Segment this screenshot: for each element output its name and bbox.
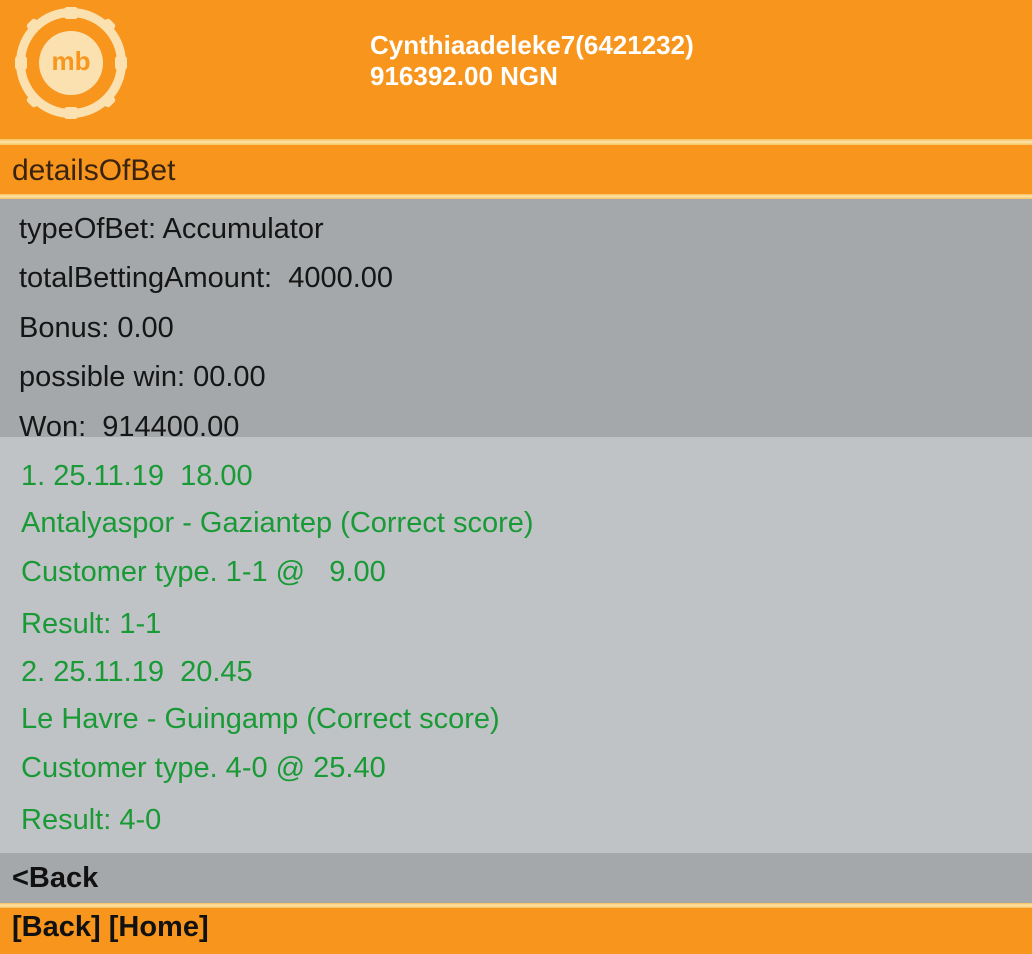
possible-win: possible win: 00.00 [19,361,266,393]
footer-back-link[interactable]: [Back] [12,911,101,943]
account-balance: 916392.00 NGN [370,61,558,91]
selection-pick: Customer type. 1-1 @ 9.00 [21,556,386,588]
back-link[interactable]: <Back [12,861,98,895]
app-header: mb Cynthiaadeleke7(6421232) 916392.00 NG… [0,0,1032,139]
selection-header: 2. 25.11.19 20.45 [21,656,253,688]
back-bar: <Back [0,853,1032,903]
selection-match: Antalyaspor - Gaziantep (Correct score) [21,507,534,539]
bet-summary: typeOfBet: Accumulator totalBettingAmoun… [0,199,1032,443]
username: Cynthiaadeleke7(6421232) [370,30,694,60]
poker-chip-logo-icon[interactable]: mb [14,6,128,120]
total-betting-amount: totalBettingAmount: 4000.00 [19,262,394,294]
footer-home-link[interactable]: [Home] [109,911,209,943]
selection-result: Result: 1-1 [21,608,162,640]
footer-links: [Back] [Home] [12,910,209,944]
user-info: Cynthiaadeleke7(6421232) 916392.00 NGN [370,30,694,92]
selection-result: Result: 4-0 [21,804,162,836]
footer: [Back] [Home] [0,908,1032,954]
bet-selections: 1. 25.11.19 18.00 Antalyaspor - Gaziante… [0,437,1032,853]
selection-match: Le Havre - Guingamp (Correct score) [21,703,500,735]
bet-type: typeOfBet: Accumulator [19,213,324,245]
selection-header: 1. 25.11.19 18.00 [21,460,253,492]
selection-pick: Customer type. 4-0 @ 25.40 [21,752,386,784]
page-title: detailsOfBet [12,154,176,187]
logo-text: mb [52,46,91,76]
bonus: Bonus: 0.00 [19,312,174,344]
section-bar: detailsOfBet [0,145,1032,194]
